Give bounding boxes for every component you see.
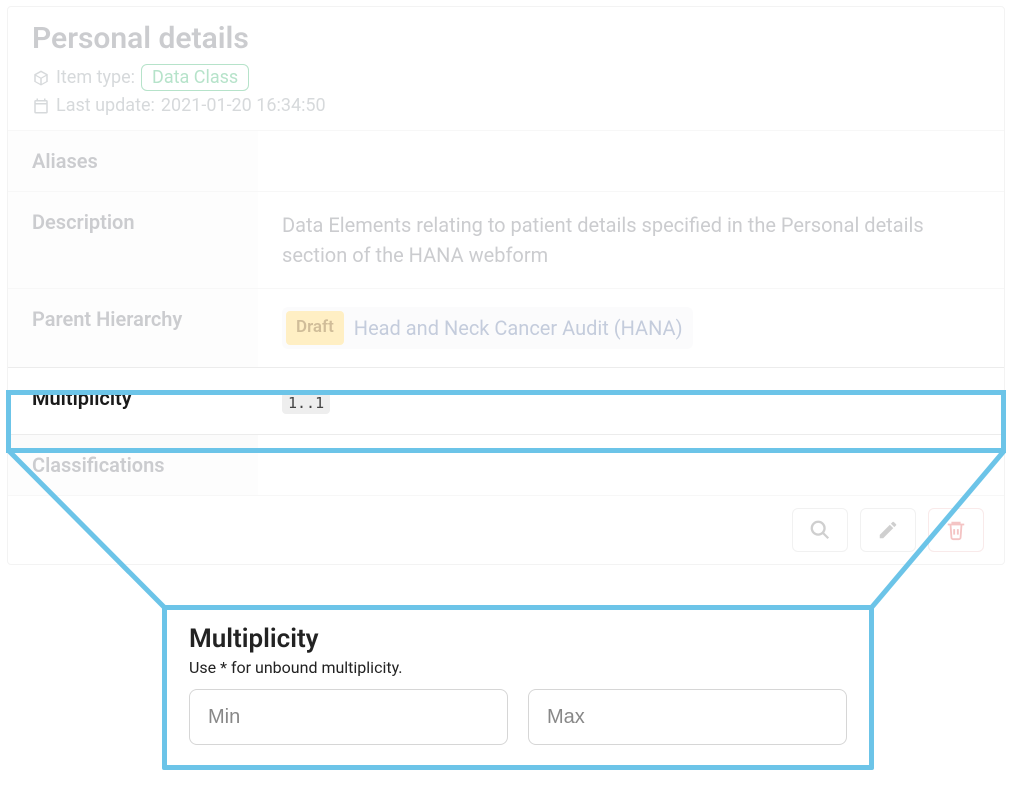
edit-button[interactable] [860,508,916,552]
item-type-row: Item type: Data Class [32,64,980,91]
classifications-row: Classifications [8,434,1004,495]
multiplicity-row: Multiplicity 1..1 [8,367,1004,434]
cube-icon [32,69,50,87]
description-value: Data Elements relating to patient detail… [258,192,1004,288]
draft-badge: Draft [286,311,344,345]
description-key: Description [8,192,258,288]
item-type-label: Item type: [56,67,135,88]
callout-hint: Use * for unbound multiplicity. [189,658,847,677]
min-max-fields [189,689,847,745]
parent-link[interactable]: Head and Neck Cancer Audit (HANA) [354,313,683,343]
search-button[interactable] [792,508,848,552]
aliases-key: Aliases [8,131,258,191]
parent-chip[interactable]: Draft Head and Neck Cancer Audit (HANA) [282,307,693,349]
max-field[interactable] [528,689,847,745]
multiplicity-value: 1..1 [258,368,1004,434]
classifications-value [258,435,1004,495]
multiplicity-badge: 1..1 [282,392,330,414]
callout-title: Multiplicity [189,624,847,654]
details-panel: Personal details Item type: Data Class L… [7,6,1005,565]
parent-hierarchy-value: Draft Head and Neck Cancer Audit (HANA) [258,289,1004,367]
last-update-label: Last update: [56,95,155,116]
description-row: Description Data Elements relating to pa… [8,191,1004,288]
trash-icon [945,519,967,541]
classifications-key: Classifications [8,435,258,495]
panel-header: Personal details Item type: Data Class L… [8,7,1004,130]
pencil-icon [877,519,899,541]
last-update-value: 2021-01-20 16:34:50 [161,95,326,116]
search-icon [809,519,831,541]
last-update-row: Last update: 2021-01-20 16:34:50 [32,95,980,116]
multiplicity-callout: Multiplicity Use * for unbound multiplic… [162,605,874,770]
calendar-icon [32,97,50,115]
parent-hierarchy-row: Parent Hierarchy Draft Head and Neck Can… [8,288,1004,367]
aliases-value [258,131,1004,191]
delete-button[interactable] [928,508,984,552]
multiplicity-key: Multiplicity [8,368,258,434]
parent-hierarchy-key: Parent Hierarchy [8,289,258,367]
item-type-badge: Data Class [141,64,249,91]
aliases-row: Aliases [8,130,1004,191]
page-title: Personal details [32,21,980,56]
min-field[interactable] [189,689,508,745]
action-bar [8,495,1004,564]
